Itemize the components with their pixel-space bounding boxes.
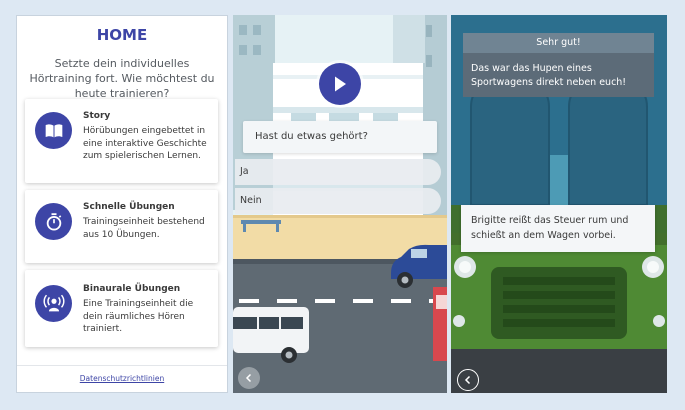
footer: Datenschutzrichtlinien (17, 365, 227, 392)
stopwatch-icon (35, 203, 72, 240)
quick-card-title: Schnelle Übungen (83, 202, 175, 212)
quick-exercises-card[interactable]: Schnelle Übungen Trainingseinheit besteh… (25, 190, 218, 263)
feedback-header: Sehr gut! (463, 33, 654, 53)
page-title: HOME (96, 26, 148, 44)
story-card-text: Hörübungen eingebettet in eine interakti… (83, 126, 207, 161)
home-screen: HOME Setzte dein individuelles Hörtraini… (16, 15, 228, 393)
chevron-left-icon (245, 373, 252, 383)
feedback-message: Das war das Hupen eines Sportwagens dire… (463, 53, 654, 97)
story-card-title: Story (83, 111, 111, 121)
book-icon (35, 112, 72, 149)
quick-card-text: Trainingseinheit bestehend aus 10 Übunge… (83, 217, 205, 240)
home-subtitle: Setzte dein individuelles Hörtraining fo… (29, 57, 215, 100)
question-text: Hast du etwas gehört? (243, 121, 437, 153)
play-icon (335, 76, 346, 92)
quiz-screen: Hast du etwas gehört? Ja Nein (233, 15, 447, 393)
spatial-audio-icon (35, 285, 72, 322)
feedback-screen: Sehr gut! Das war das Hupen eines Sportw… (451, 15, 667, 393)
binaural-card-text: Eine Trainingseinheit die dein räumliche… (83, 299, 194, 334)
back-button[interactable] (238, 367, 260, 389)
back-button[interactable] (457, 369, 479, 391)
privacy-policy-link[interactable]: Datenschutzrichtlinien (80, 374, 164, 383)
story-card[interactable]: Story Hörübungen eingebettet in eine int… (25, 99, 218, 183)
binaural-card-title: Binaurale Übungen (83, 284, 181, 294)
binaural-exercises-card[interactable]: Binaurale Übungen Eine Trainingseinheit … (25, 270, 218, 347)
chevron-left-icon (464, 375, 471, 385)
answer-option-no[interactable]: Nein (235, 188, 441, 214)
narration-text: Brigitte reißt das Steuer rum und schieß… (461, 205, 655, 252)
answer-option-yes[interactable]: Ja (235, 159, 441, 185)
play-button[interactable] (319, 63, 361, 105)
